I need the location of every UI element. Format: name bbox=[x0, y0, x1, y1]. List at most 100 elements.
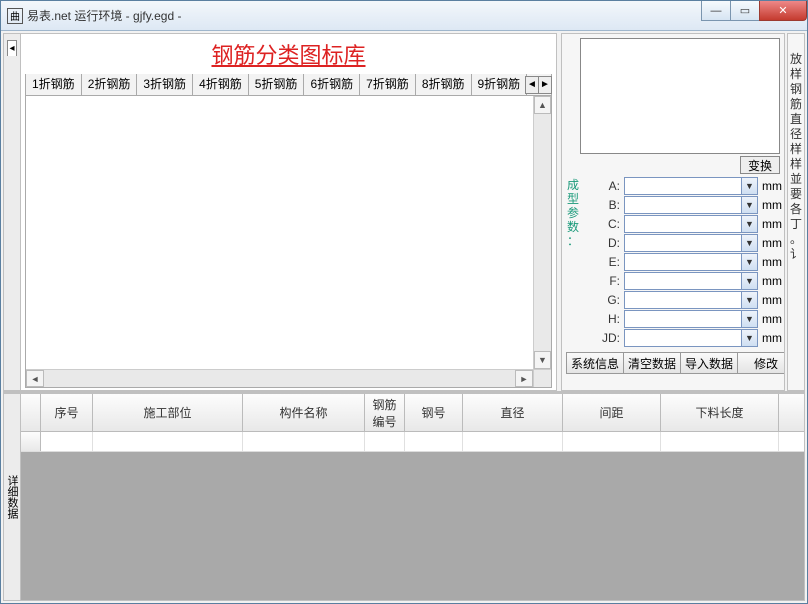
param-label: A: bbox=[594, 179, 620, 193]
data-grid[interactable]: 序号施工部位构件名称钢筋编号钢号直径间距下料长度 bbox=[20, 393, 805, 601]
tab-9[interactable]: 9折钢筋 bbox=[471, 74, 528, 95]
chevron-down-icon[interactable]: ▼ bbox=[741, 330, 757, 346]
client-area: ◂ 钢筋分类图标库 1折钢筋 2折钢筋 3折钢筋 4折钢筋 5折钢筋 6折钢筋 … bbox=[1, 31, 807, 603]
param-row: A: ▼ mm bbox=[594, 177, 780, 195]
cell[interactable] bbox=[93, 432, 243, 451]
main-left-panel: 钢筋分类图标库 1折钢筋 2折钢筋 3折钢筋 4折钢筋 5折钢筋 6折钢筋 7折… bbox=[20, 33, 557, 391]
grid-header: 序号施工部位构件名称钢筋编号钢号直径间距下料长度 bbox=[21, 394, 804, 432]
param-combo[interactable]: ▼ bbox=[624, 272, 758, 290]
cell[interactable] bbox=[41, 432, 93, 451]
preview-box bbox=[580, 38, 780, 154]
cell[interactable] bbox=[21, 432, 41, 451]
title-bar[interactable]: 曲 易表.net 运行环境 - gjfy.egd - — ▭ ✕ bbox=[1, 1, 807, 31]
tab-3[interactable]: 3折钢筋 bbox=[136, 74, 193, 95]
chevron-down-icon[interactable]: ▼ bbox=[741, 216, 757, 232]
param-combo[interactable]: ▼ bbox=[624, 253, 758, 271]
table-row[interactable] bbox=[21, 432, 804, 452]
chevron-down-icon[interactable]: ▼ bbox=[741, 311, 757, 327]
param-combo[interactable]: ▼ bbox=[624, 196, 758, 214]
chevron-down-icon[interactable]: ▼ bbox=[741, 273, 757, 289]
tab-strip: 1折钢筋 2折钢筋 3折钢筋 4折钢筋 5折钢筋 6折钢筋 7折钢筋 8折钢筋 … bbox=[25, 74, 552, 96]
cell[interactable] bbox=[405, 432, 463, 451]
param-row: C:▼mm bbox=[594, 215, 780, 233]
param-unit: mm bbox=[762, 293, 780, 307]
cell[interactable] bbox=[463, 432, 563, 451]
maximize-button[interactable]: ▭ bbox=[730, 1, 760, 21]
param-unit: mm bbox=[762, 179, 780, 193]
param-row: F:▼mm bbox=[594, 272, 780, 290]
action-button[interactable]: 清空数据 bbox=[623, 352, 681, 374]
chevron-down-icon[interactable]: ▼ bbox=[741, 292, 757, 308]
app-window: 曲 易表.net 运行环境 - gjfy.egd - — ▭ ✕ ◂ 钢筋分类图… bbox=[0, 0, 808, 604]
horizontal-scrollbar[interactable]: ◄ ► bbox=[26, 369, 533, 387]
param-unit: mm bbox=[762, 236, 780, 250]
tab-scroll-right[interactable]: ► bbox=[538, 76, 552, 94]
scroll-up-icon[interactable]: ▲ bbox=[534, 96, 551, 114]
column-header[interactable]: 钢筋编号 bbox=[365, 394, 405, 431]
column-header[interactable] bbox=[21, 394, 41, 431]
scroll-left-icon[interactable]: ◄ bbox=[26, 370, 44, 387]
left-side-tab[interactable]: ◂ bbox=[3, 33, 21, 391]
param-row: E:▼mm bbox=[594, 253, 780, 271]
minimize-button[interactable]: — bbox=[701, 1, 731, 21]
tab-2[interactable]: 2折钢筋 bbox=[81, 74, 138, 95]
lower-side-tab[interactable]: 详细数据 bbox=[3, 393, 21, 601]
tab-5[interactable]: 5折钢筋 bbox=[248, 74, 305, 95]
column-header[interactable]: 序号 bbox=[41, 394, 93, 431]
param-unit: mm bbox=[762, 198, 780, 212]
param-unit: mm bbox=[762, 312, 780, 326]
column-header[interactable]: 构件名称 bbox=[243, 394, 365, 431]
column-header[interactable]: 钢号 bbox=[405, 394, 463, 431]
column-header[interactable]: 直径 bbox=[463, 394, 563, 431]
scroll-corner bbox=[533, 369, 551, 387]
param-row: H: ▼ mm bbox=[594, 310, 780, 328]
column-header[interactable]: 下料长度 bbox=[661, 394, 779, 431]
param-group-label: 成型参数： bbox=[566, 178, 580, 348]
tab-6[interactable]: 6折钢筋 bbox=[303, 74, 360, 95]
right-panel: 变换 成型参数： A:▼mmB:▼mmC:▼mmD:▼mmE:▼mmF:▼mmG… bbox=[561, 33, 785, 391]
vertical-scrollbar[interactable]: ▲ ▼ bbox=[533, 96, 551, 369]
param-unit: mm bbox=[762, 331, 780, 345]
param-combo[interactable]: ▼ bbox=[624, 329, 758, 347]
param-combo[interactable]: ▼ bbox=[624, 177, 758, 195]
column-header[interactable]: 施工部位 bbox=[93, 394, 243, 431]
scroll-down-icon[interactable]: ▼ bbox=[534, 351, 551, 369]
cell[interactable] bbox=[243, 432, 365, 451]
action-button-row: 系统信息清空数据导入数据修改 bbox=[566, 352, 784, 374]
grid-body[interactable] bbox=[21, 432, 804, 600]
param-list: A:▼mmB:▼mmC:▼mmD:▼mmE:▼mmF:▼mmG:▼mmH:▼mm… bbox=[594, 176, 784, 348]
param-row: D: ▼ mm bbox=[594, 234, 780, 252]
cell[interactable] bbox=[365, 432, 405, 451]
param-combo[interactable]: ▼ bbox=[624, 234, 758, 252]
chevron-down-icon[interactable]: ▼ bbox=[741, 197, 757, 213]
chevron-down-icon[interactable]: ▼ bbox=[741, 178, 757, 194]
chevron-down-icon[interactable]: ▼ bbox=[741, 235, 757, 251]
cell[interactable] bbox=[661, 432, 779, 451]
tab-7[interactable]: 7折钢筋 bbox=[359, 74, 416, 95]
param-label: G: bbox=[594, 293, 620, 307]
tab-4[interactable]: 4折钢筋 bbox=[192, 74, 249, 95]
param-label: F: bbox=[594, 274, 620, 288]
upper-pane: ◂ 钢筋分类图标库 1折钢筋 2折钢筋 3折钢筋 4折钢筋 5折钢筋 6折钢筋 … bbox=[3, 33, 805, 393]
param-label: B: bbox=[594, 198, 620, 212]
action-button[interactable]: 系统信息 bbox=[566, 352, 624, 374]
window-buttons: — ▭ ✕ bbox=[702, 1, 807, 21]
tab-scroll-left[interactable]: ◄ bbox=[525, 76, 539, 94]
param-unit: mm bbox=[762, 217, 780, 231]
action-button[interactable]: 导入数据 bbox=[680, 352, 738, 374]
tab-8[interactable]: 8折钢筋 bbox=[415, 74, 472, 95]
param-label: D: bbox=[594, 236, 620, 250]
close-button[interactable]: ✕ bbox=[759, 1, 807, 21]
convert-button[interactable]: 变换 bbox=[740, 156, 780, 174]
cell[interactable] bbox=[563, 432, 661, 451]
scroll-right-icon[interactable]: ► bbox=[515, 370, 533, 387]
param-combo[interactable]: ▼ bbox=[624, 291, 758, 309]
tab-1[interactable]: 1折钢筋 bbox=[25, 74, 82, 95]
param-combo[interactable]: ▼ bbox=[624, 215, 758, 233]
chevron-down-icon[interactable]: ▼ bbox=[741, 254, 757, 270]
param-label: H: bbox=[594, 312, 620, 326]
param-combo[interactable]: ▼ bbox=[624, 310, 758, 328]
param-unit: mm bbox=[762, 255, 780, 269]
action-button[interactable]: 修改 bbox=[737, 352, 785, 374]
column-header[interactable]: 间距 bbox=[563, 394, 661, 431]
